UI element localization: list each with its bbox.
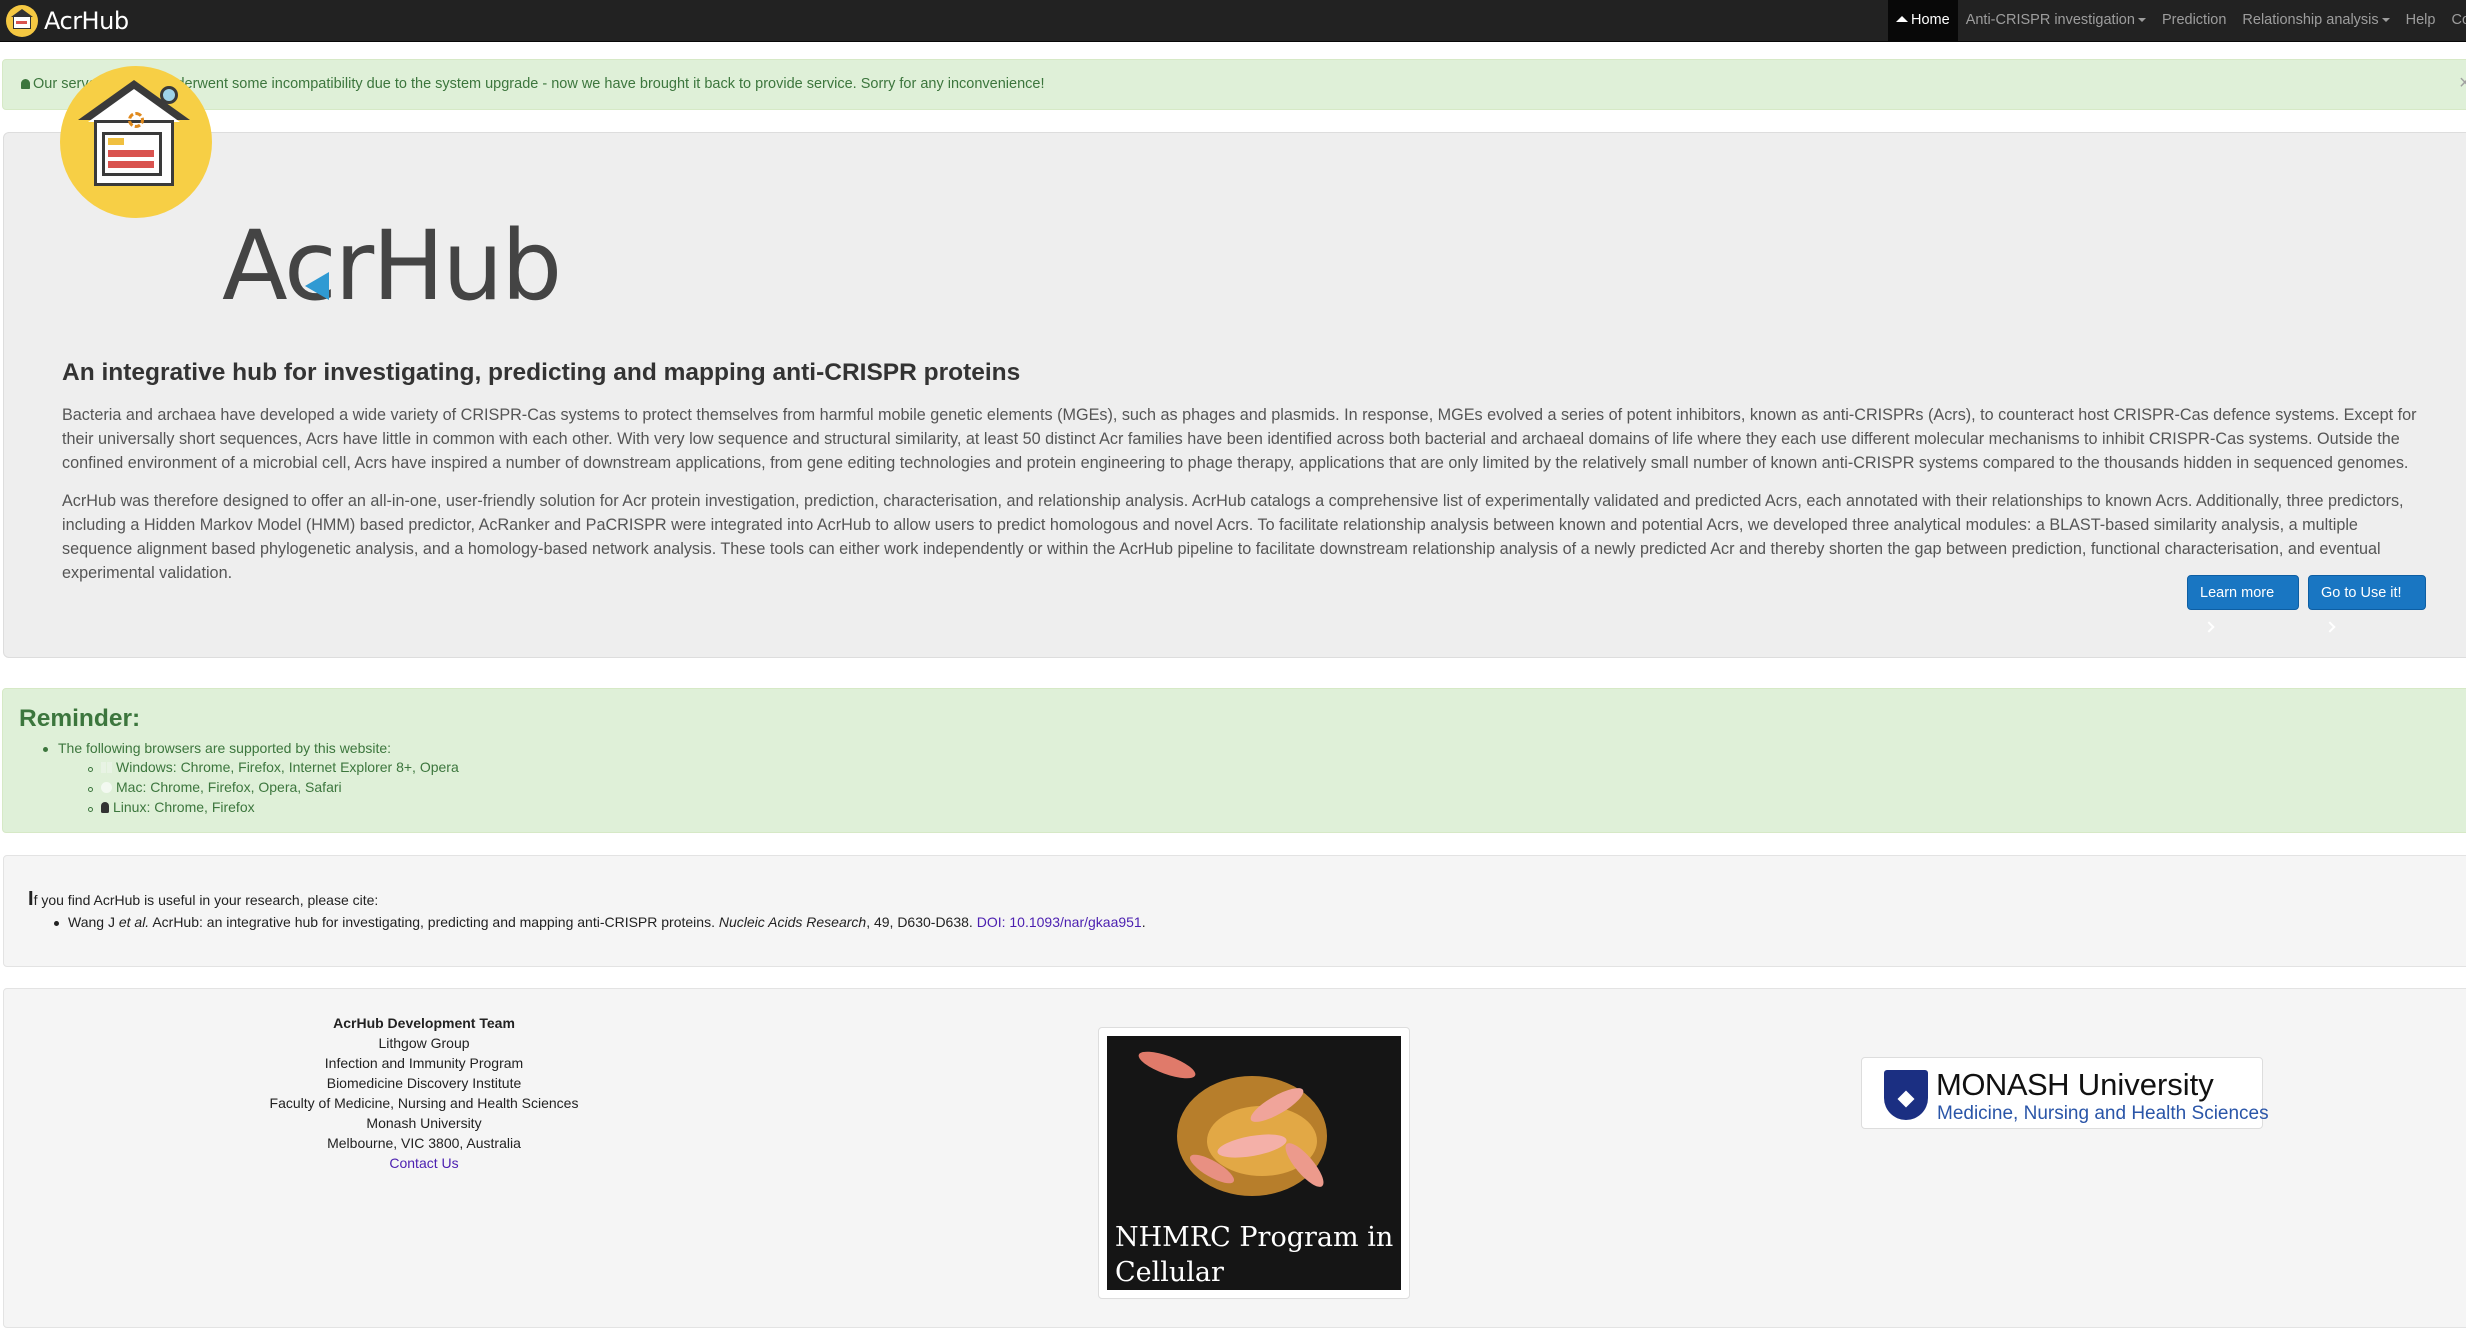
reminder-intro: The following browsers are supported by …	[58, 740, 392, 756]
intro-paragraph-1: Bacteria and archaea have developed a wi…	[62, 406, 2417, 472]
apple-icon	[101, 782, 112, 793]
server-alert: Our server recently underwent some incom…	[2, 59, 2466, 110]
play-triangle-icon	[305, 272, 329, 300]
brand-link[interactable]: AcrHub	[6, 3, 129, 38]
flower-icon	[160, 86, 178, 104]
learn-more-button[interactable]: Learn more	[2187, 575, 2299, 633]
home-icon	[1896, 16, 1908, 22]
citation-reference: Wang J et al. AcrHub: an integrative hub…	[68, 914, 1146, 930]
reminder-title: Reminder:	[19, 705, 141, 732]
nav-relationship-analysis[interactable]: Relationship analysis	[2234, 0, 2397, 41]
footer: AcrHub Development Team Lithgow Group In…	[3, 988, 2466, 1328]
chevron-right-icon	[2203, 621, 2215, 633]
gear-icon	[128, 112, 144, 128]
browser-reminder: Reminder: The following browsers are sup…	[2, 688, 2466, 833]
list-item: Mac: Chrome, Firefox, Opera, Safari	[101, 779, 342, 795]
caret-down-icon	[2381, 18, 2390, 23]
chevron-right-icon	[2324, 621, 2336, 633]
doi-link[interactable]: DOI: 10.1093/nar/gkaa951	[977, 914, 1142, 930]
nhmrc-logo[interactable]: NHMRC Program inCellular Microbiology	[1107, 1036, 1401, 1290]
nav-help[interactable]: Help	[2398, 0, 2444, 41]
nav-anti-crispr-investigation[interactable]: Anti-CRISPR investigation	[1958, 0, 2154, 41]
nav-home[interactable]: Home	[1888, 0, 1958, 41]
list-item: Linux: Chrome, Firefox	[101, 799, 255, 815]
acrhub-logo-icon	[6, 4, 38, 37]
windows-icon	[101, 762, 112, 773]
main-nav: Home Anti-CRISPR investigation Predictio…	[1888, 0, 2466, 41]
list-item: Windows: Chrome, Firefox, Internet Explo…	[101, 759, 459, 775]
top-navbar: AcrHub Home Anti-CRISPR investigation Pr…	[0, 0, 2466, 42]
brand-name: AcrHub	[44, 6, 129, 35]
close-icon[interactable]: ×	[2459, 72, 2466, 95]
intro-paragraph-2: AcrHub was therefore designed to offer a…	[62, 492, 2404, 582]
page-title: An integrative hub for investigating, pr…	[62, 359, 1021, 386]
monash-wordmark: MONASH University	[1936, 1067, 2214, 1102]
linux-icon	[101, 802, 109, 813]
team-info: AcrHub Development Team Lithgow Group In…	[269, 1015, 579, 1171]
nav-prediction[interactable]: Prediction	[2154, 0, 2234, 41]
citation-intro: If you find AcrHub is useful in your res…	[28, 888, 379, 910]
nav-contact[interactable]: Cont	[2443, 0, 2466, 41]
citation-panel: If you find AcrHub is useful in your res…	[3, 855, 2466, 967]
caret-down-icon	[2137, 18, 2146, 23]
logo-wordmark: AcrHub	[222, 210, 562, 322]
contact-us-link[interactable]: Contact Us	[389, 1155, 458, 1171]
monash-faculty: Medicine, Nursing and Health Sciences	[1937, 1103, 2269, 1124]
go-to-use-button[interactable]: Go to Use it!	[2308, 575, 2426, 633]
bell-icon	[21, 79, 30, 89]
